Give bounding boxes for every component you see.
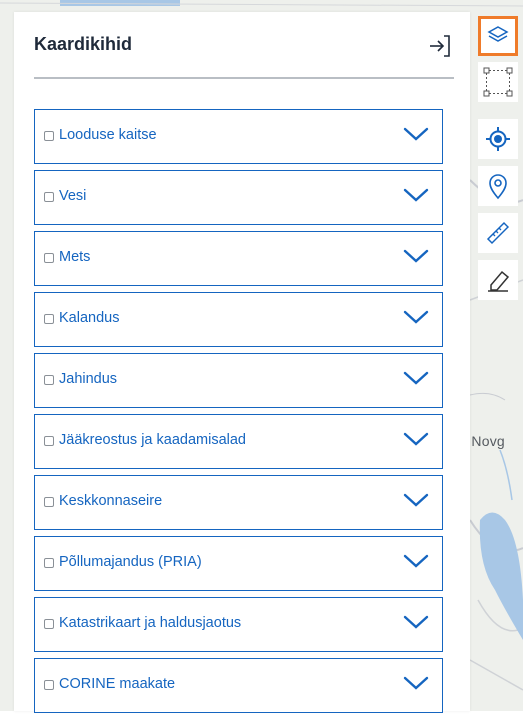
- chevron-down-icon[interactable]: [402, 246, 430, 266]
- collapse-panel-button[interactable]: [426, 32, 454, 60]
- layer-item[interactable]: Mets: [34, 231, 443, 286]
- select-area-icon: [483, 67, 513, 97]
- layer-item[interactable]: Katastrikaart ja haldusjaotus: [34, 597, 443, 652]
- chevron-down-icon[interactable]: [402, 185, 430, 205]
- header-divider: [34, 77, 454, 79]
- layer-checkbox[interactable]: [44, 558, 54, 568]
- layer-item[interactable]: CORINE maakate: [34, 658, 443, 713]
- layer-item[interactable]: Põllumajandus (PRIA): [34, 536, 443, 591]
- layer-item[interactable]: Looduse kaitse: [34, 109, 443, 164]
- chevron-down-icon[interactable]: [402, 673, 430, 693]
- map-toolbar: [476, 0, 523, 711]
- panel-title: Kaardikihid: [34, 34, 133, 54]
- locate-button[interactable]: [478, 119, 518, 159]
- layer-checkbox[interactable]: [44, 619, 54, 629]
- chevron-down-icon[interactable]: [402, 368, 430, 388]
- layer-label: Jahindus: [59, 371, 118, 387]
- layer-item[interactable]: Jahindus: [34, 353, 443, 408]
- layer-item[interactable]: Kalandus: [34, 292, 443, 347]
- layer-item[interactable]: Vesi: [34, 170, 443, 225]
- layer-label: Keskkonnaseire: [59, 493, 163, 509]
- chevron-down-icon[interactable]: [402, 551, 430, 571]
- chevron-down-icon[interactable]: [402, 490, 430, 510]
- layer-item[interactable]: Jääkreostus ja kaadamisalad: [34, 414, 443, 469]
- layer-checkbox[interactable]: [44, 680, 54, 690]
- select-area-button[interactable]: [478, 62, 518, 102]
- layer-label: CORINE maakate: [59, 676, 176, 692]
- layers-icon: [487, 26, 509, 42]
- layer-checkbox[interactable]: [44, 253, 54, 263]
- layer-checkbox[interactable]: [44, 436, 54, 446]
- measure-button[interactable]: [478, 213, 518, 253]
- pin-icon: [489, 174, 507, 200]
- layer-checkbox[interactable]: [44, 314, 54, 324]
- panel-header: Kaardikihid: [34, 34, 454, 68]
- layer-label: Mets: [59, 249, 91, 265]
- layer-item[interactable]: Keskkonnaseire: [34, 475, 443, 530]
- layers-button[interactable]: [478, 16, 518, 56]
- chevron-down-icon[interactable]: [402, 612, 430, 632]
- layer-checkbox[interactable]: [44, 131, 54, 141]
- layer-label: Vesi: [59, 188, 87, 204]
- pin-button[interactable]: [478, 166, 518, 206]
- measure-icon: [486, 221, 510, 245]
- chevron-down-icon[interactable]: [402, 429, 430, 449]
- layer-checkbox[interactable]: [44, 375, 54, 385]
- sign-out-arrow-icon: [430, 35, 450, 57]
- layer-label: Katastrikaart ja haldusjaotus: [59, 615, 242, 631]
- chevron-down-icon[interactable]: [402, 307, 430, 327]
- locate-icon: [486, 127, 510, 151]
- layers-panel: Kaardikihid Looduse kaitse Vesi Mets Kaland…: [14, 12, 470, 713]
- eraser-icon: [488, 270, 510, 292]
- layer-list: Looduse kaitse Vesi Mets Kalandus Jahindus Jä…: [34, 109, 443, 719]
- layer-checkbox[interactable]: [44, 497, 54, 507]
- layer-label: Jääkreostus ja kaadamisalad: [59, 432, 246, 448]
- layer-label: Kalandus: [59, 310, 120, 326]
- layer-label: Looduse kaitse: [59, 127, 157, 143]
- chevron-down-icon[interactable]: [402, 124, 430, 144]
- layer-checkbox[interactable]: [44, 192, 54, 202]
- layer-label: Põllumajandus (PRIA): [59, 554, 202, 570]
- eraser-button[interactable]: [478, 260, 518, 300]
